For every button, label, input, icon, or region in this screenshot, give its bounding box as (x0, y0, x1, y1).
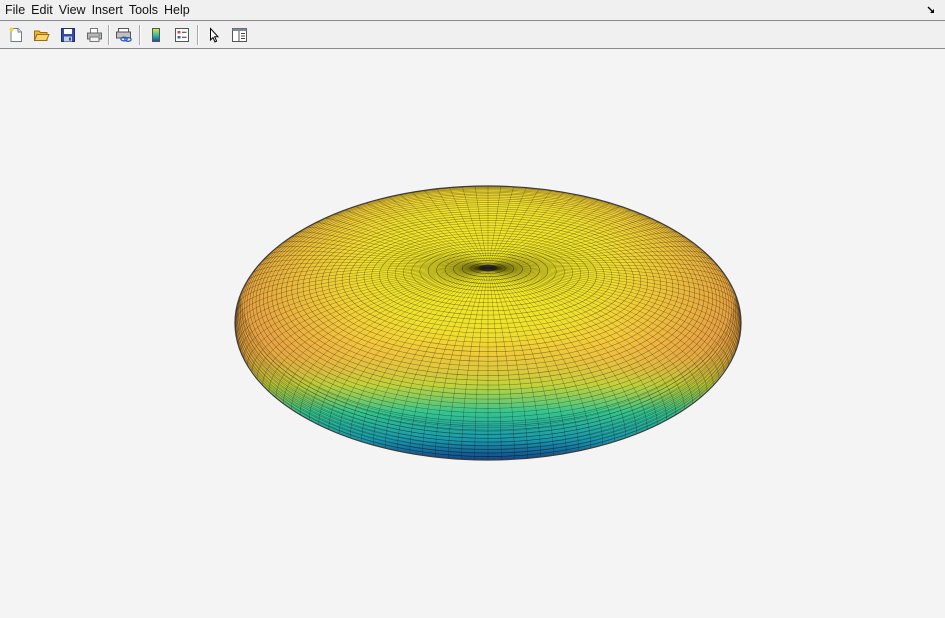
toolbar-separator (139, 25, 141, 45)
new-document-icon (9, 27, 22, 42)
colorbar-icon (152, 28, 160, 42)
save-figure-button[interactable] (57, 24, 79, 46)
printer-icon (86, 28, 102, 42)
link-plot-icon (116, 28, 132, 42)
menu-tools[interactable]: Tools (126, 0, 161, 20)
spheroid-surface-plot[interactable] (0, 49, 945, 618)
menu-view[interactable]: View (56, 0, 89, 20)
open-folder-icon (33, 30, 50, 41)
menu-insert[interactable]: Insert (89, 0, 126, 20)
open-file-button[interactable] (30, 24, 52, 46)
dock-arrow-icon[interactable] (927, 4, 937, 16)
property-inspector-button[interactable] (228, 24, 250, 46)
link-plot-button[interactable] (113, 24, 135, 46)
menu-file[interactable]: File (0, 0, 28, 20)
figure-canvas[interactable] (0, 49, 945, 618)
surface-body (235, 186, 741, 460)
legend-icon (175, 28, 189, 42)
save-disk-icon (61, 28, 75, 42)
toolbar-separator (108, 25, 110, 45)
new-figure-button[interactable] (5, 24, 27, 46)
surface-pole (479, 264, 497, 272)
figure-window: File Edit View Insert Tools Help (0, 0, 945, 618)
print-figure-button[interactable] (83, 24, 105, 46)
pointer-arrow-icon (210, 27, 220, 43)
edit-plot-button[interactable] (203, 24, 225, 46)
menu-edit[interactable]: Edit (28, 0, 56, 20)
menu-bar: File Edit View Insert Tools Help (0, 0, 945, 21)
insert-legend-button[interactable] (171, 24, 193, 46)
menu-help[interactable]: Help (161, 0, 193, 20)
insert-colorbar-button[interactable] (145, 24, 167, 46)
figure-toolbar (0, 21, 945, 49)
toolbar-separator (197, 25, 199, 45)
property-inspector-icon (231, 28, 247, 42)
